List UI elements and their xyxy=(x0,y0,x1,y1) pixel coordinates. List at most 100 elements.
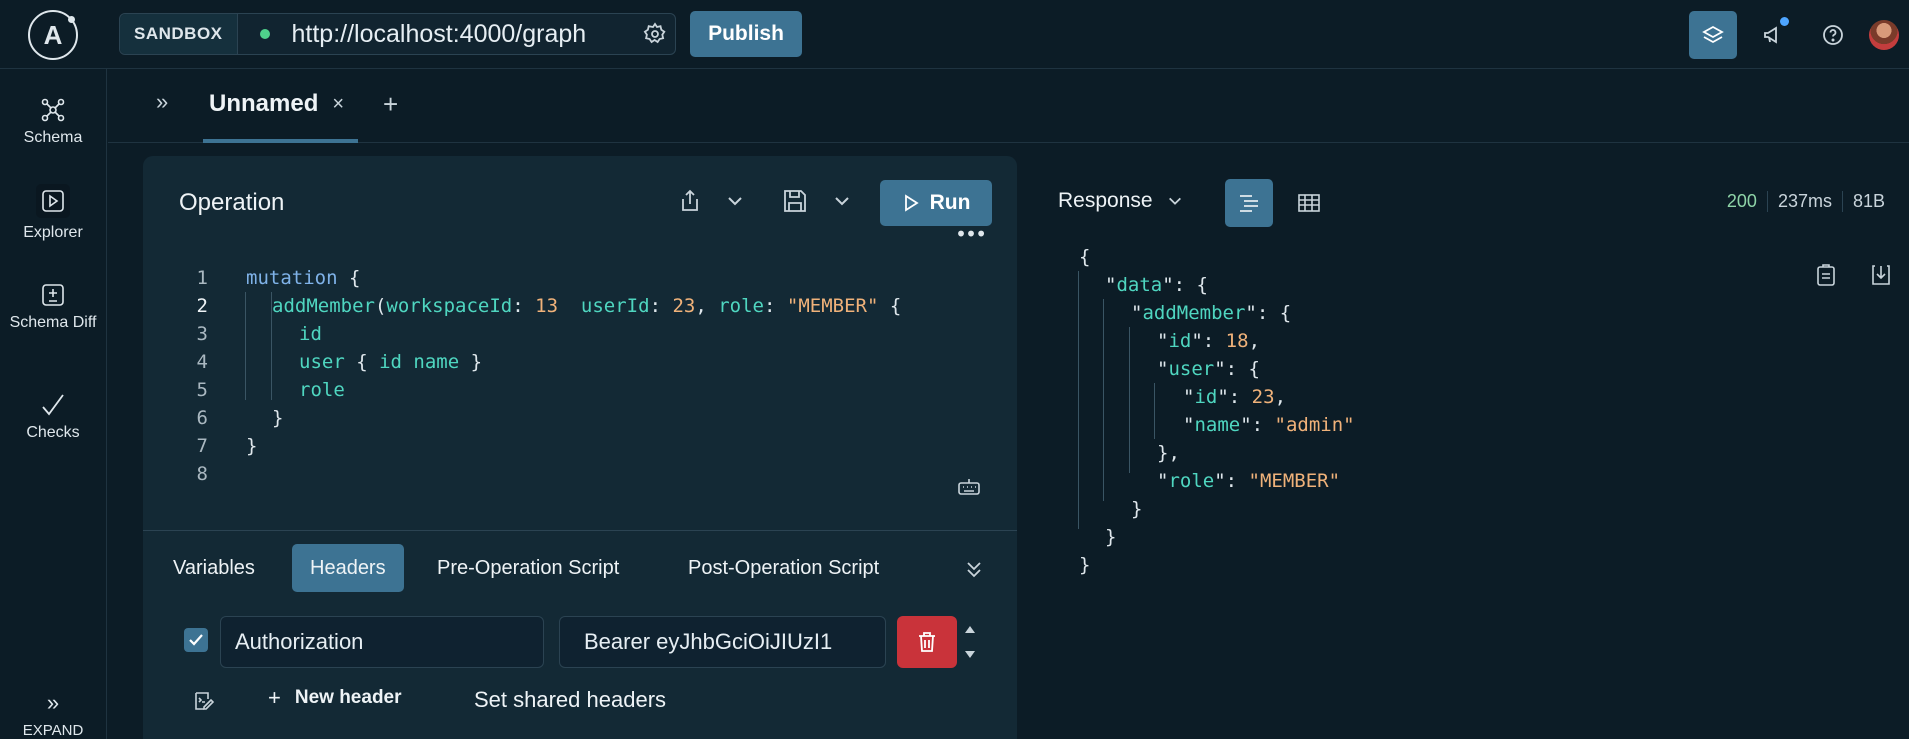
save-icon[interactable] xyxy=(782,188,808,219)
code-punct: { xyxy=(337,267,361,289)
sidebar-item-label: Checks xyxy=(26,424,80,441)
response-title: Response xyxy=(1058,189,1153,212)
code-value: 13 xyxy=(535,295,559,317)
line-number: 6 xyxy=(196,407,208,429)
code-field: role xyxy=(299,379,345,401)
chevron-down-icon[interactable] xyxy=(833,192,851,215)
sidebar-item-label: Schema xyxy=(23,129,83,146)
endpoint-url-box[interactable]: SANDBOX http://localhost:4000/graph xyxy=(119,13,676,55)
chevron-down-icon[interactable] xyxy=(726,192,744,215)
tab-post-operation-script[interactable]: Post-Operation Script xyxy=(688,544,879,592)
notification-dot xyxy=(1780,16,1789,26)
tab-label: Unnamed xyxy=(209,90,319,117)
gear-icon[interactable] xyxy=(635,22,675,46)
edit-headers-icon[interactable] xyxy=(192,689,216,718)
json-key: role xyxy=(1168,470,1215,492)
run-button[interactable]: Run xyxy=(880,180,992,226)
expand-sidebar-button[interactable]: » EXPAND xyxy=(0,690,106,739)
table-view-icon[interactable] xyxy=(1285,179,1333,227)
indent-guide xyxy=(1078,271,1079,529)
announcements-icon[interactable] xyxy=(1749,11,1797,59)
response-time: 237ms xyxy=(1766,191,1842,212)
json-value: 23 xyxy=(1251,386,1275,408)
chevrons-down-icon[interactable] xyxy=(965,559,983,584)
json-key: id xyxy=(1168,330,1192,352)
header-key-input[interactable]: Authorization xyxy=(220,616,544,668)
tab-pre-operation-script[interactable]: Pre-Operation Script xyxy=(437,544,619,592)
code-arg: role xyxy=(718,295,764,317)
sidebar-item-checks[interactable]: Checks xyxy=(0,392,106,442)
json-key: data xyxy=(1116,274,1163,296)
apollo-logo-icon[interactable]: A xyxy=(28,10,78,60)
top-bar: A SANDBOX http://localhost:4000/graph Pu… xyxy=(0,0,1909,69)
header-enabled-checkbox[interactable] xyxy=(184,628,208,652)
explorer-icon xyxy=(36,184,70,218)
json-key: name xyxy=(1194,414,1241,436)
tab-headers[interactable]: Headers xyxy=(292,544,404,592)
schema-icon xyxy=(41,98,65,122)
indent-guide xyxy=(245,292,246,400)
json-key: id xyxy=(1194,386,1218,408)
copy-icon[interactable] xyxy=(1815,263,1837,292)
line-number: 2 xyxy=(196,295,208,317)
more-options-icon[interactable]: ••• xyxy=(955,222,987,246)
operation-editor[interactable]: 1 mutation { 2 addMember(workspaceId: 13 u… xyxy=(143,222,1017,530)
code-field: user xyxy=(299,351,345,373)
operation-panel: Operation Run 1 mutation { 2 addMember(wor… xyxy=(143,156,1017,739)
json-value: "MEMBER" xyxy=(1248,470,1341,492)
publish-button[interactable]: Publish xyxy=(690,11,802,57)
response-panel: Response 200 237ms 81B { "data": { "addM… xyxy=(1017,143,1909,739)
new-header-button[interactable]: + New header xyxy=(268,685,402,711)
checks-icon xyxy=(42,394,64,416)
line-number: 4 xyxy=(196,351,208,373)
line-number: 7 xyxy=(196,435,208,457)
layers-icon[interactable] xyxy=(1689,10,1737,59)
sidebar: Schema Explorer Schema Diff Checks » EXP… xyxy=(0,69,107,739)
avatar[interactable] xyxy=(1869,19,1899,50)
chevron-down-icon xyxy=(1168,197,1181,205)
help-icon[interactable] xyxy=(1809,11,1857,59)
operation-header: Operation Run xyxy=(143,156,1017,252)
indent-guide xyxy=(1129,327,1130,473)
code-arg: userId xyxy=(580,295,650,317)
tab-variables[interactable]: Variables xyxy=(173,544,255,592)
keyboard-icon[interactable] xyxy=(957,476,981,501)
sandbox-badge: SANDBOX xyxy=(120,14,238,54)
plus-icon: + xyxy=(268,685,281,710)
line-number: 8 xyxy=(196,463,208,485)
play-icon xyxy=(904,194,919,212)
line-number: 3 xyxy=(196,323,208,345)
line-number: 1 xyxy=(196,267,208,289)
set-shared-headers-link[interactable]: Set shared headers xyxy=(474,687,666,713)
connection-status-icon xyxy=(259,29,270,39)
header-row: Authorization Bearer eyJhbGciOiJIUzI1 xyxy=(143,616,1017,670)
close-icon[interactable]: × xyxy=(332,93,344,116)
sidebar-item-schema[interactable]: Schema xyxy=(0,97,106,147)
code-field: addMember xyxy=(272,295,375,317)
operation-title: Operation xyxy=(179,189,285,216)
code-field: id xyxy=(299,323,322,345)
sidebar-item-explorer[interactable]: Explorer xyxy=(0,184,106,242)
download-icon[interactable] xyxy=(1870,263,1892,292)
endpoint-url-input[interactable]: http://localhost:4000/graph xyxy=(292,20,635,49)
code-value: "MEMBER" xyxy=(786,295,879,317)
header-value-input[interactable]: Bearer eyJhbGciOiJIUzI1 xyxy=(559,616,886,668)
indent-guide xyxy=(1154,383,1155,439)
add-tab-button[interactable]: + xyxy=(383,89,398,120)
json-key: addMember xyxy=(1142,302,1246,324)
code-keyword: mutation xyxy=(246,267,338,289)
tab-unnamed[interactable]: Unnamed × xyxy=(203,69,358,143)
delete-header-button[interactable] xyxy=(897,616,957,668)
json-view-icon[interactable] xyxy=(1225,179,1273,227)
response-selector[interactable]: Response xyxy=(1058,189,1183,213)
json-value: 18 xyxy=(1225,330,1249,352)
request-options: Variables Headers Pre-Operation Script P… xyxy=(143,530,1017,739)
chevrons-right-icon[interactable]: » xyxy=(156,89,168,115)
sidebar-item-schema-diff[interactable]: Schema Diff xyxy=(0,282,106,332)
run-label: Run xyxy=(929,191,971,214)
new-header-row: + New header Set shared headers xyxy=(143,679,1017,719)
scroll-arrows-icon[interactable] xyxy=(961,620,979,664)
schema-diff-icon xyxy=(42,284,64,306)
new-header-label: New header xyxy=(294,687,402,708)
share-icon[interactable] xyxy=(678,188,702,219)
